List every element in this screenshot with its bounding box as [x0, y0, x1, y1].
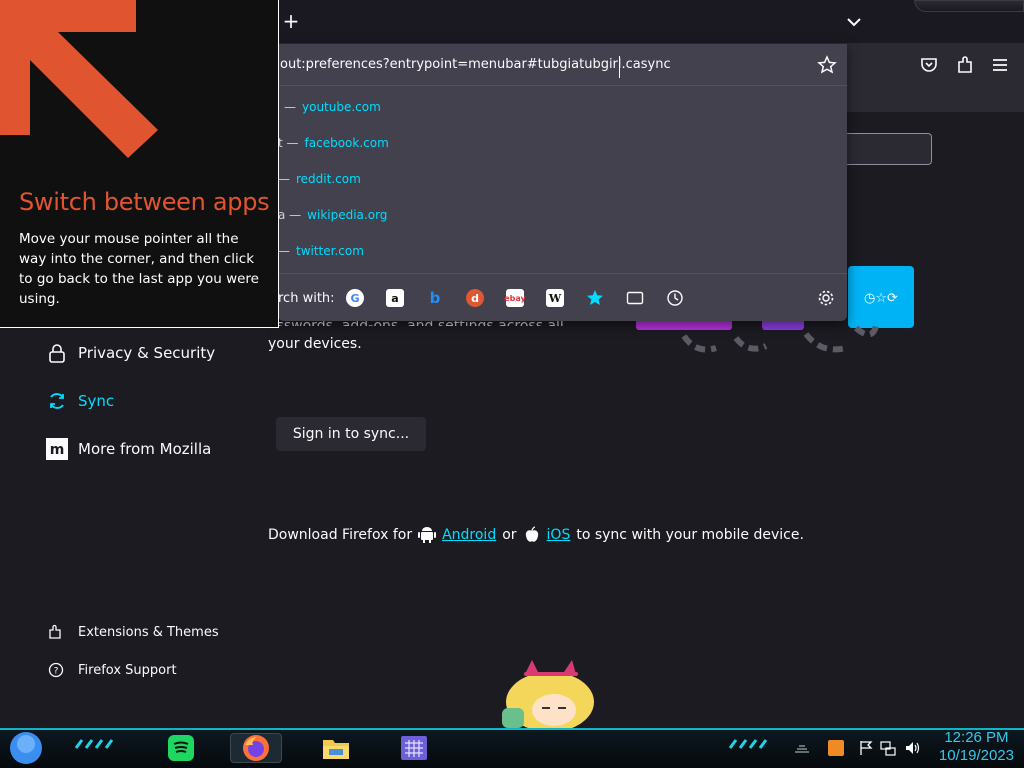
taskbar-decoration-right: [728, 739, 768, 749]
svg-text:◷☆⟳: ◷☆⟳: [864, 291, 898, 306]
bookmarks-icon[interactable]: [586, 289, 604, 307]
extensions-icon[interactable]: [954, 54, 976, 76]
tabs-icon[interactable]: [626, 289, 644, 307]
suggestion-item[interactable]: — twitter.com: [278, 244, 364, 258]
sidebar-item-label: More from Mozilla: [78, 440, 212, 458]
tip-title: Switch between apps: [19, 188, 270, 216]
sign-in-to-sync-button[interactable]: Sign in to sync...: [276, 417, 426, 451]
sidebar-footer-extensions[interactable]: Extensions & Themes: [48, 624, 219, 640]
taskbar-file-explorer[interactable]: [310, 733, 362, 763]
pocket-icon[interactable]: [918, 54, 940, 76]
sidebar-item-label: Sync: [78, 392, 115, 410]
help-icon: ?: [48, 662, 64, 678]
sidebar-item-privacy[interactable]: Privacy & Security: [46, 342, 215, 364]
bookmark-star-icon[interactable]: [817, 55, 837, 75]
sync-description: your devices.: [268, 336, 362, 352]
action-center-flag-icon[interactable]: [858, 740, 874, 756]
text-cursor: [619, 56, 621, 78]
url-input[interactable]: out:preferences?entrypoint=menubar#tubgi…: [280, 57, 671, 72]
sidebar-footer-support[interactable]: ? Firefox Support: [48, 662, 177, 678]
url-bar[interactable]: out:preferences?entrypoint=menubar#tubgi…: [278, 44, 847, 86]
apple-icon: [525, 526, 538, 542]
search-settings-gear-icon[interactable]: [817, 289, 835, 307]
sidebar-item-mozilla[interactable]: m More from Mozilla: [46, 438, 211, 460]
footer-label: Extensions & Themes: [78, 624, 219, 640]
preferences-search-input[interactable]: [846, 133, 932, 165]
suggestion-item[interactable]: t — facebook.com: [278, 136, 389, 150]
tray-app-icon[interactable]: [828, 740, 844, 756]
calendar-icon: [401, 736, 427, 760]
suggestion-item[interactable]: — youtube.com: [284, 100, 381, 114]
sidebar-item-sync[interactable]: Sync: [46, 390, 114, 412]
suggestion-item[interactable]: a — wikipedia.org: [278, 208, 387, 222]
firefox-icon: [243, 735, 269, 761]
search-engine-bar: rch with: G a b d ebay W: [278, 273, 847, 321]
start-orb-icon[interactable]: [8, 731, 44, 765]
clock-time: 12:26 PM: [944, 729, 1009, 746]
or-text: or: [502, 527, 517, 543]
amazon-icon[interactable]: a: [386, 289, 404, 307]
list-all-tabs-icon[interactable]: [844, 12, 864, 32]
history-icon[interactable]: [666, 289, 684, 307]
sidebar-item-label: Privacy & Security: [78, 344, 216, 362]
wikipedia-icon[interactable]: W: [546, 289, 564, 307]
ios-link[interactable]: iOS: [547, 527, 571, 543]
clock-date: 10/19/2023: [938, 747, 1014, 764]
footer-label: Firefox Support: [78, 662, 177, 678]
download-firefox-line: Download Firefox for Android or iOS to s…: [268, 526, 804, 544]
android-link[interactable]: Android: [442, 527, 496, 543]
android-icon: [418, 527, 437, 543]
spotify-icon: [168, 735, 194, 761]
svg-text:m: m: [50, 442, 65, 458]
window-decoration: [914, 0, 1024, 12]
taskbar-character-image: [502, 660, 594, 728]
tray-overflow-icon[interactable]: [794, 740, 810, 756]
bing-icon[interactable]: b: [426, 289, 444, 307]
mozilla-icon: m: [46, 438, 68, 460]
google-icon[interactable]: G: [346, 289, 364, 307]
menu-icon[interactable]: [989, 54, 1011, 76]
search-with-label: rch with:: [278, 291, 335, 306]
download-prefix: Download Firefox for: [268, 527, 413, 543]
corner-arrow-icon: [0, 0, 158, 158]
new-tab-button[interactable]: +: [280, 10, 302, 32]
taskbar-clock[interactable]: 12:26 PM 10/19/2023: [939, 729, 1014, 765]
ebay-icon[interactable]: ebay: [504, 289, 526, 307]
sync-icon: [50, 393, 64, 409]
taskbar-spotify[interactable]: [155, 733, 207, 763]
tip-body: Move your mouse pointer all the way into…: [19, 231, 259, 307]
download-suffix: to sync with your mobile device.: [576, 527, 804, 543]
folder-icon: [323, 740, 349, 759]
taskbar-decoration-left: [74, 739, 114, 749]
duckduckgo-icon[interactable]: d: [466, 289, 484, 307]
lock-icon: [49, 344, 65, 363]
suggestion-item[interactable]: — reddit.com: [278, 172, 361, 186]
network-icon[interactable]: [880, 740, 896, 756]
taskbar-calendar[interactable]: [388, 733, 440, 763]
svg-text:?: ?: [54, 667, 59, 677]
url-dropdown: out:preferences?entrypoint=menubar#tubgi…: [278, 44, 847, 321]
puzzle-icon: [49, 624, 61, 639]
taskbar-firefox[interactable]: [230, 733, 282, 763]
switch-apps-tip: Switch between apps Move your mouse poin…: [0, 0, 279, 328]
volume-icon[interactable]: [904, 740, 920, 756]
